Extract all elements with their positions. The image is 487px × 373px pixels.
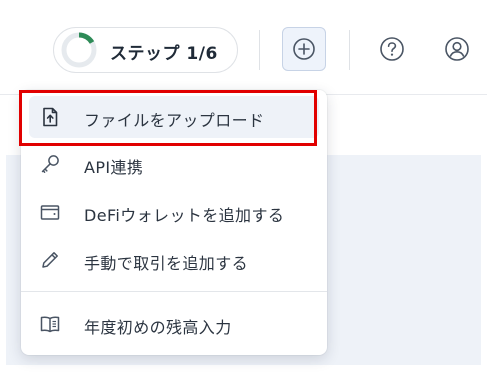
file-upload-icon — [43, 107, 58, 127]
add-button[interactable] — [282, 27, 326, 71]
user-circle-icon — [445, 37, 469, 61]
menu-item-defi-wallet[interactable]: DeFiウォレットを追加する — [29, 191, 319, 233]
step-label: ステップ 1/6 — [110, 44, 218, 64]
key-icon — [41, 155, 59, 173]
menu-item-label: API連携 — [84, 158, 144, 177]
user-account-button[interactable] — [435, 27, 479, 71]
menu-item-label: 手動で取引を追加する — [84, 254, 249, 273]
question-circle-icon — [380, 37, 404, 61]
menu-item-manual-trade[interactable]: 手動で取引を追加する — [29, 239, 319, 281]
progress-ring-icon — [61, 32, 97, 68]
header-separator — [349, 30, 350, 70]
menu-item-opening-balance[interactable]: 年度初めの残高入力 — [29, 303, 319, 345]
wallet-icon — [40, 205, 60, 220]
help-button[interactable] — [370, 27, 414, 71]
header-separator — [259, 30, 260, 70]
menu-divider — [21, 291, 327, 292]
step-progress-pill[interactable]: ステップ 1/6 — [53, 27, 238, 73]
menu-item-upload-file[interactable]: ファイルをアップロード — [29, 96, 319, 138]
pencil-icon — [42, 252, 58, 268]
add-data-dropdown: ファイルをアップロード API連携 DeFiウォレットを追加する 手動で取引を追… — [21, 90, 327, 355]
book-icon — [40, 316, 60, 333]
menu-item-label: ファイルをアップロード — [84, 111, 265, 130]
menu-item-label: DeFiウォレットを追加する — [84, 206, 285, 225]
menu-item-label: 年度初めの残高入力 — [84, 318, 232, 337]
plus-circle-icon — [293, 38, 315, 60]
page: ステップ 1/6 ファイルをアップロード API連携 DeFiウォレットを追加す… — [0, 0, 487, 373]
menu-item-api[interactable]: API連携 — [29, 143, 319, 185]
